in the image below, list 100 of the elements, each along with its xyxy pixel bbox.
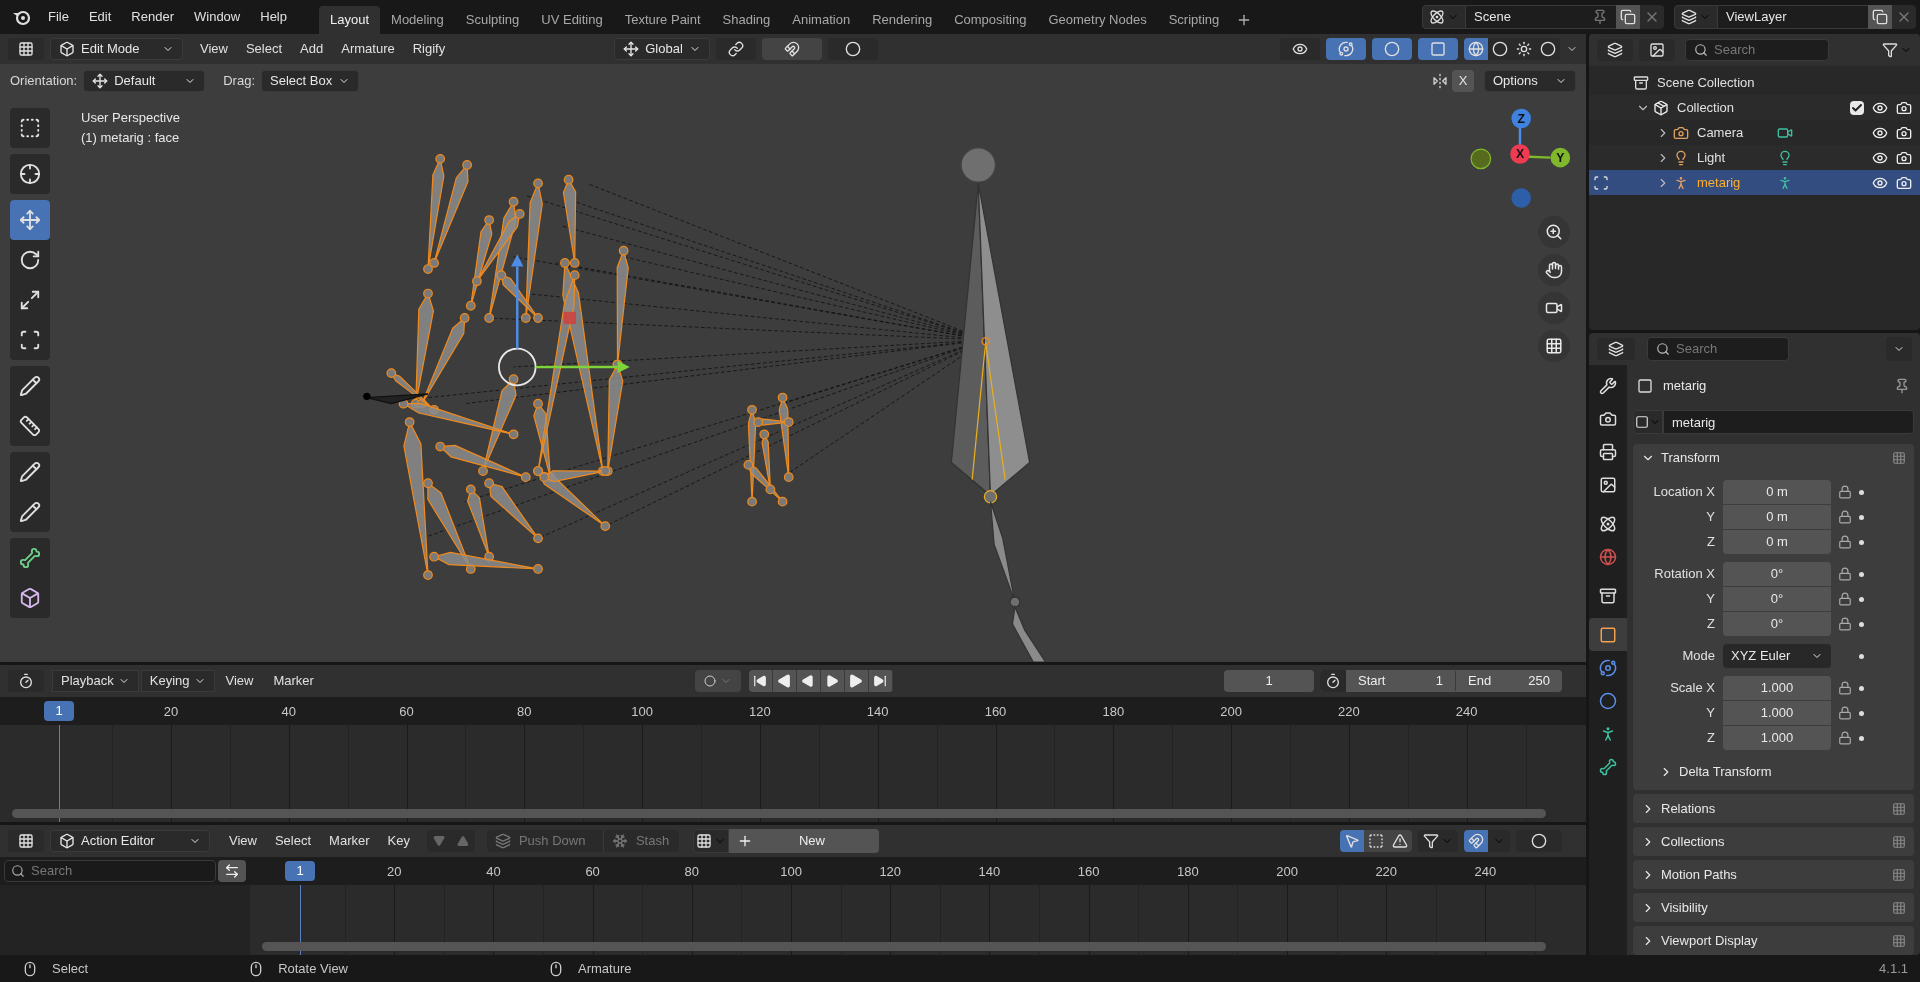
workspace-tab[interactable]: UV Editing	[530, 6, 614, 34]
frame-number: 160	[984, 703, 1007, 721]
version-label: 4.1.1	[1879, 959, 1908, 978]
axis-label: Z	[1517, 111, 1525, 126]
subpanel-header[interactable]: Delta Transform	[1633, 760, 1914, 784]
workspace-tab[interactable]: Animation	[781, 6, 862, 34]
menu-item[interactable]: Key	[378, 831, 419, 851]
frame-number: 100	[780, 863, 802, 881]
editor-mode-dropdown[interactable]: Action Editor	[50, 830, 210, 852]
frame-number: 100	[631, 703, 653, 721]
frame-number: 240	[1455, 703, 1478, 721]
navigation-gizmo[interactable]: Z X Y	[1470, 108, 1571, 208]
outliner-item-label: Light	[1697, 148, 1727, 167]
property-label: Y	[1705, 508, 1716, 527]
status-hint: Rotate View	[278, 959, 348, 978]
menu-item[interactable]: Help	[250, 5, 297, 29]
menu-item[interactable]: View	[220, 831, 266, 851]
menu-item[interactable]: Edit	[78, 5, 122, 29]
outliner-row[interactable]: metarig	[1589, 170, 1920, 195]
menu-item[interactable]: Render	[121, 5, 184, 29]
new-action-button[interactable]: New	[728, 829, 879, 853]
property-label: Rotation X	[1653, 565, 1716, 584]
frame-number: 60	[585, 863, 600, 881]
number-field[interactable]: 1.000	[1723, 701, 1831, 725]
workspace-tab[interactable]: Texture Paint	[613, 6, 712, 34]
workspace-tab[interactable]: Compositing	[943, 6, 1038, 34]
frame-number: 240	[1474, 863, 1497, 881]
property-label: Y	[1705, 704, 1716, 723]
outliner-item-label: metarig	[1697, 173, 1742, 192]
menu-item[interactable]: Marker	[264, 671, 323, 691]
workspace-tab[interactable]: Sculpting	[454, 6, 531, 34]
outliner-item-label: Camera	[1697, 123, 1745, 142]
menu-item[interactable]: File	[38, 5, 79, 29]
end-frame-field[interactable]: End 250	[1456, 671, 1562, 691]
menu-item[interactable]: Window	[184, 5, 251, 29]
frame-number: 200	[1276, 863, 1298, 881]
workspace-tab[interactable]: Layout	[319, 6, 381, 34]
view-layer-name-field[interactable]: ViewLayer	[1718, 5, 1868, 29]
frame-number: 140	[866, 703, 889, 721]
number-field[interactable]: 0 m	[1723, 505, 1831, 529]
menu-item[interactable]: Marker	[320, 831, 379, 851]
property-label: Scale X	[1669, 679, 1716, 698]
number-field[interactable]: 0 m	[1723, 480, 1831, 504]
menu-item[interactable]: Select	[236, 39, 292, 59]
number-field[interactable]: 1.000	[1723, 676, 1831, 700]
playhead-marker[interactable]: 1	[44, 701, 74, 721]
orientation-label: Orientation:	[10, 72, 78, 91]
current-frame-field[interactable]: 1	[1224, 670, 1314, 692]
mirror-x-button[interactable]: X	[1452, 70, 1474, 92]
workspace-tab[interactable]: Shading	[711, 6, 782, 34]
properties-search-field[interactable]: Search	[1647, 337, 1789, 361]
axis-label: Y	[1556, 150, 1565, 165]
menu-item[interactable]: Select	[265, 831, 321, 851]
menu-item[interactable]: Armature	[332, 39, 404, 59]
panel-header[interactable]: Transform	[1633, 444, 1914, 472]
panel-header[interactable]: Relations	[1633, 794, 1914, 823]
frame-number: 20	[387, 863, 402, 881]
orientation-dropdown[interactable]: Default	[83, 70, 206, 92]
frame-number: 200	[1220, 703, 1242, 721]
number-field[interactable]: 0°	[1723, 587, 1831, 611]
object-name-field[interactable]: metarig	[1663, 410, 1914, 434]
number-field[interactable]: 0 m	[1723, 530, 1831, 554]
panel-header[interactable]: Viewport Display	[1633, 926, 1914, 955]
workspace-tab[interactable]: Geometry Nodes	[1037, 6, 1158, 34]
panel-header[interactable]: Visibility	[1633, 893, 1914, 922]
panel-header[interactable]: Collections	[1633, 827, 1914, 856]
menu-item[interactable]: Add	[291, 39, 333, 59]
outliner-item-label: Collection	[1677, 98, 1736, 117]
property-label: Z	[1706, 729, 1716, 748]
number-field[interactable]: 1.000	[1723, 726, 1831, 750]
outliner-item-label: Scene Collection	[1657, 73, 1755, 92]
scene-name-field[interactable]: Scene	[1466, 5, 1616, 29]
drag-dropdown[interactable]: Select Box	[261, 70, 359, 92]
options-dropdown[interactable]: Options	[1484, 70, 1576, 92]
menu-dropdown[interactable]: Playback	[52, 670, 139, 692]
playhead-marker[interactable]: 1	[285, 861, 315, 881]
workspace-tab[interactable]: Modeling	[380, 6, 455, 34]
mode-dropdown[interactable]: Edit Mode	[50, 38, 183, 60]
panel-header[interactable]: Motion Paths	[1633, 860, 1914, 889]
menu-item[interactable]: View	[216, 671, 263, 691]
outliner-search-field[interactable]: Search	[1685, 39, 1829, 61]
transform-orientation-dropdown[interactable]: Global	[614, 38, 711, 60]
rotation-mode-dropdown[interactable]: XYZ Euler	[1723, 644, 1831, 668]
status-hint: Select	[52, 959, 89, 978]
frame-number: 160	[1077, 863, 1100, 881]
menu-dropdown[interactable]: Keying	[140, 670, 215, 692]
menu-item[interactable]: Rigify	[403, 39, 455, 59]
menu-item[interactable]: View	[191, 39, 237, 59]
property-label: Z	[1706, 615, 1716, 634]
channel-search-field[interactable]: Search	[4, 860, 216, 882]
frame-number: 140	[978, 863, 1001, 881]
workspace-tab[interactable]: Scripting	[1157, 6, 1231, 34]
workspace-tab[interactable]: Rendering	[861, 6, 944, 34]
number-field[interactable]: 0°	[1723, 612, 1831, 636]
property-label: Z	[1706, 533, 1716, 552]
frame-number: 180	[1102, 703, 1125, 721]
frame-number: 220	[1338, 703, 1360, 721]
frame-number: 220	[1375, 863, 1398, 881]
start-frame-field[interactable]: Start 1	[1346, 671, 1456, 691]
number-field[interactable]: 0°	[1723, 562, 1831, 586]
